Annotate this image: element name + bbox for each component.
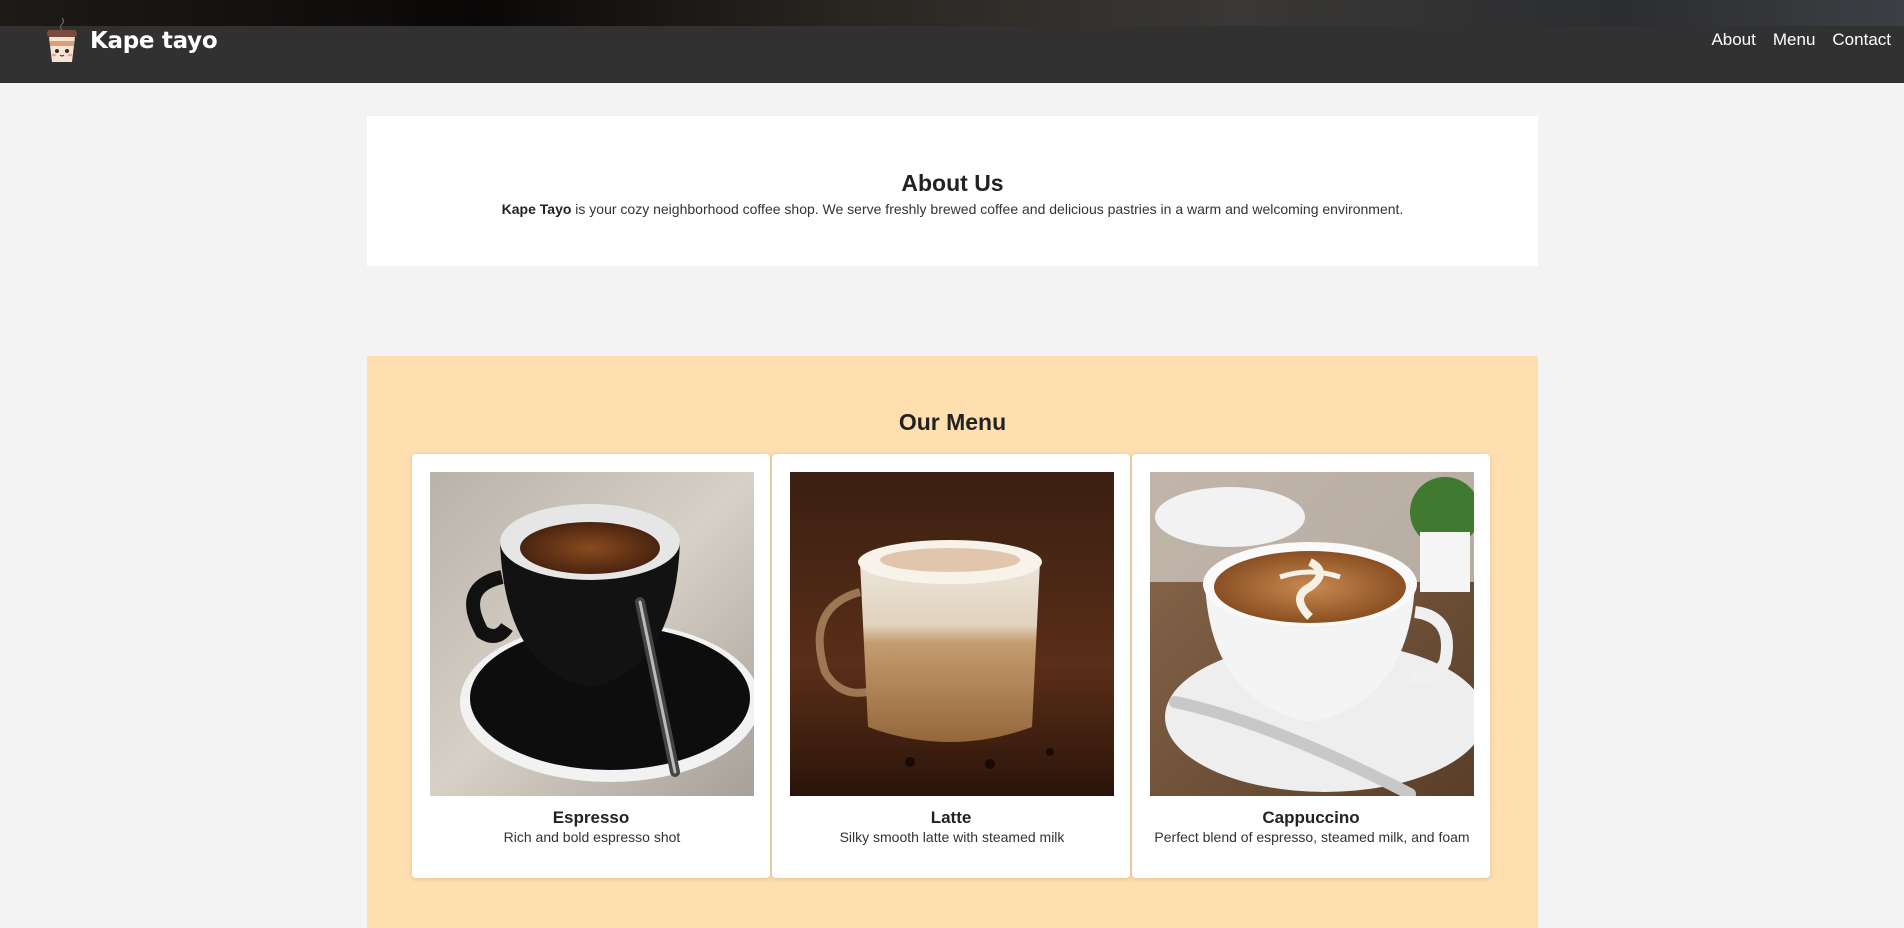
menu-card-latte[interactable]: Latte Silky smooth latte with steamed mi… [772, 454, 1130, 878]
espresso-photo [430, 472, 754, 796]
latte-photo [790, 472, 1114, 796]
menu-card-espresso[interactable]: Espresso Rich and bold espresso shot [412, 454, 770, 878]
navbar: Kape tayo About Menu Contact [0, 17, 1904, 83]
espresso-name: Espresso [552, 808, 630, 827]
nav-link-contact[interactable]: Contact [1832, 30, 1891, 50]
about-title: About Us [901, 170, 1004, 196]
nav-links: About Menu Contact [1711, 30, 1891, 50]
about-section: About Us Kape Tayo is your cozy neighbor… [367, 116, 1538, 266]
hero-background-strip [0, 0, 1904, 26]
menu-title: Our Menu [898, 409, 1007, 435]
brand-name: Kape tayo [90, 28, 218, 54]
about-text: Kape Tayo is your cozy neighborhood coff… [367, 201, 1538, 217]
nav-link-menu[interactable]: Menu [1773, 30, 1816, 50]
about-brand-name: Kape Tayo [501, 201, 572, 217]
brand-link[interactable]: Kape tayo [42, 16, 218, 66]
coffee-cup-mascot-icon [47, 17, 77, 62]
cappuccino-description: Perfect blend of espresso, steamed milk,… [1154, 829, 1470, 845]
latte-image [790, 472, 1114, 796]
espresso-description: Rich and bold espresso shot [503, 829, 681, 845]
cappuccino-name: Cappuccino [1262, 808, 1360, 827]
espresso-image [430, 472, 754, 796]
menu-section: Our Menu Espresso Rich and bold espresso… [367, 356, 1538, 928]
nav-link-about[interactable]: About [1711, 30, 1755, 50]
about-description: is your cozy neighborhood coffee shop. W… [571, 201, 1404, 217]
cappuccino-image [1150, 472, 1474, 796]
cappuccino-photo [1150, 472, 1474, 796]
latte-description: Silky smooth latte with steamed milk [839, 829, 1065, 845]
latte-name: Latte [930, 808, 972, 827]
menu-card-cappuccino[interactable]: Cappuccino Perfect blend of espresso, st… [1132, 454, 1490, 878]
